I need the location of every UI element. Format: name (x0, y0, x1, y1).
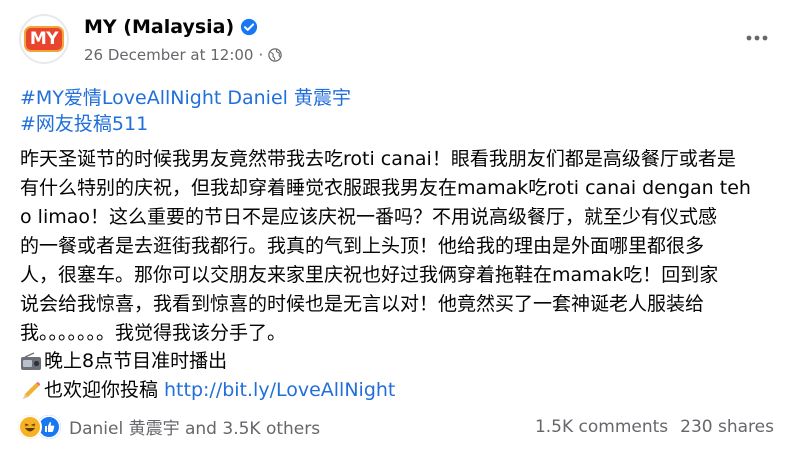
submit-row: 也欢迎你投稿 http://bit.ly/LoveAllNight (20, 376, 395, 405)
body-line: 我。。。。。。。我觉得我该分手了。 (20, 322, 287, 344)
body-line: 说会给我惊喜，我看到惊喜的时候也是无言以对！他竟然买了一套神诞老人服装给 (20, 293, 705, 315)
haha-reaction-icon (18, 414, 42, 439)
body-line: 昨天圣诞节的时候我男友竟然带我去吃roti canai！眼看我朋友们都是高级餐厅… (20, 148, 736, 170)
reactors-text[interactable]: Daniel 黄震宇 and 3.5K others (69, 414, 320, 439)
page-name-row: MY (Malaysia) (84, 16, 258, 38)
body-line: 有什么特别的庆祝，但我却穿着睡觉衣服跟我男友在mamak吃roti canai … (20, 177, 751, 199)
hashtag-link[interactable]: #MY爱情LoveAllNight Daniel 黄震宇 (20, 85, 351, 111)
pencil-icon (23, 381, 40, 399)
submit-text: 也欢迎你投稿 (44, 379, 159, 401)
more-options-button[interactable] (744, 28, 770, 48)
body-line: 人，很塞车。那你可以交朋友来家里庆祝也好过我俩穿着拖鞋在mamak吃！回到家 (20, 264, 719, 286)
meta-separator: · (258, 46, 264, 64)
avatar-logo-wrap: MY (22, 17, 66, 61)
shares-count[interactable]: 230 shares (680, 417, 774, 437)
comments-count[interactable]: 1.5K comments (535, 417, 668, 437)
post-timestamp[interactable]: 26 December at 12:00 (84, 46, 253, 64)
body-line: o limao！这么重要的节日不是应该庆祝一番吗？不用说高级餐厅，就至少有仪式感 (20, 206, 717, 228)
post-stats: 1.5K comments 230 shares (535, 417, 774, 437)
submit-link[interactable]: http://bit.ly/LoveAllNight (164, 376, 395, 405)
body-line: 的一餐或者是去逛街我都行。我真的气到上头顶！他给我的理由是外面哪里都很多 (20, 235, 705, 257)
page-logo: MY (23, 26, 65, 52)
post-body: 昨天圣诞节的时候我男友竟然带我去吃roti canai！眼看我朋友们都是高级餐厅… (20, 145, 790, 348)
broadcast-text: 晚上8点节目准时播出 (44, 350, 228, 372)
hashtag-link[interactable]: #网友投稿511 (20, 111, 351, 137)
globe-icon (268, 48, 283, 62)
hashtags: #MY爱情LoveAllNight Daniel 黄震宇 #网友投稿511 (20, 85, 351, 137)
page-name[interactable]: MY (Malaysia) (84, 16, 234, 38)
post-meta: 26 December at 12:00 · (84, 46, 283, 64)
broadcast-row: 晚上8点节目准时播出 (20, 347, 395, 376)
more-options-icon (746, 35, 768, 41)
facebook-post: MY MY (Malaysia) 26 December at 12:00 · … (0, 0, 800, 453)
reaction-summary[interactable]: Daniel 黄震宇 and 3.5K others (18, 414, 320, 439)
page-avatar[interactable]: MY (19, 14, 69, 64)
verified-badge-icon (241, 18, 258, 36)
radio-icon (21, 351, 41, 370)
post-extra: 晚上8点节目准时播出 也欢迎你投稿 http://bit.ly/LoveAllN… (20, 347, 395, 405)
